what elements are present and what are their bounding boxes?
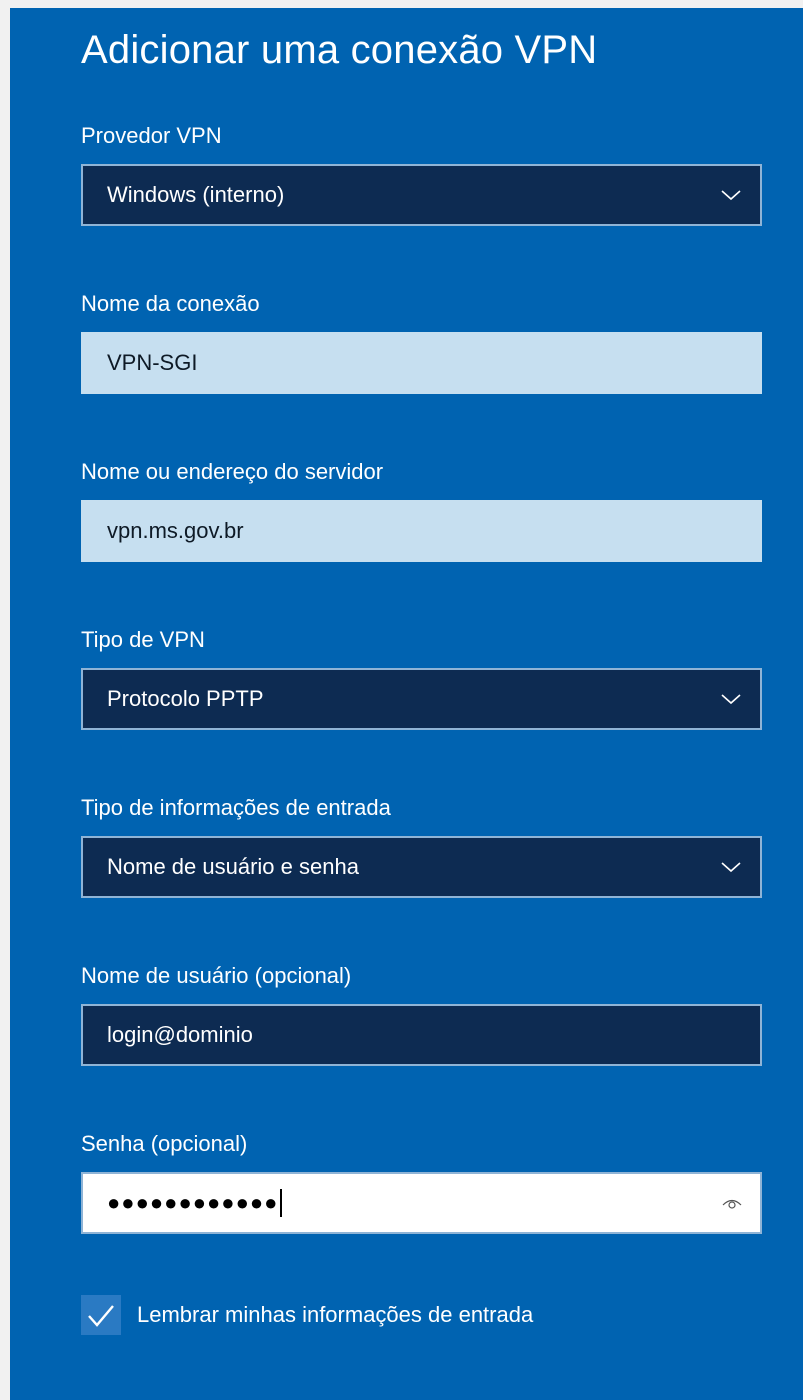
password-label: Senha (opcional) [81, 1131, 248, 1156]
remember-signin-checkbox[interactable] [81, 1295, 121, 1335]
username-field[interactable]: login@dominio [81, 1004, 762, 1066]
page-title: Adicionar uma conexão VPN [81, 28, 598, 72]
username-value: login@dominio [107, 1022, 253, 1047]
connection-name-field[interactable]: VPN-SGI [81, 332, 762, 394]
server-label: Nome ou endereço do servidor [81, 459, 384, 484]
chevron-down-icon [721, 862, 741, 873]
checkmark-icon [88, 1305, 114, 1327]
server-value: vpn.ms.gov.br [107, 518, 244, 543]
signin-type-dropdown[interactable]: Nome de usuário e senha [81, 836, 762, 898]
server-field[interactable]: vpn.ms.gov.br [81, 500, 762, 562]
vpn-provider-dropdown[interactable]: Windows (interno) [81, 164, 762, 226]
eye-icon[interactable] [722, 1196, 742, 1210]
vpn-type-dropdown[interactable]: Protocolo PPTP [81, 668, 762, 730]
username-label: Nome de usuário (opcional) [81, 963, 352, 988]
connection-name-label: Nome da conexão [81, 291, 260, 316]
vpn-provider-value: Windows (interno) [107, 182, 285, 207]
add-vpn-connection-panel: Adicionar uma conexão VPN Provedor VPN W… [10, 8, 803, 1400]
signin-type-value: Nome de usuário e senha [107, 854, 359, 879]
vpn-type-label: Tipo de VPN [81, 627, 205, 652]
text-caret [280, 1189, 283, 1217]
password-masked-value: ●●●●●●●●●●●● [107, 1190, 279, 1215]
chevron-down-icon [721, 190, 741, 201]
connection-name-value: VPN-SGI [107, 350, 198, 375]
chevron-down-icon [721, 694, 741, 705]
vpn-provider-label: Provedor VPN [81, 123, 222, 148]
password-field[interactable]: ●●●●●●●●●●●● [81, 1172, 762, 1234]
remember-signin-row[interactable]: Lembrar minhas informações de entrada [81, 1295, 533, 1335]
remember-signin-label: Lembrar minhas informações de entrada [137, 1302, 534, 1327]
vpn-type-value: Protocolo PPTP [107, 686, 264, 711]
signin-type-label: Tipo de informações de entrada [81, 795, 391, 820]
